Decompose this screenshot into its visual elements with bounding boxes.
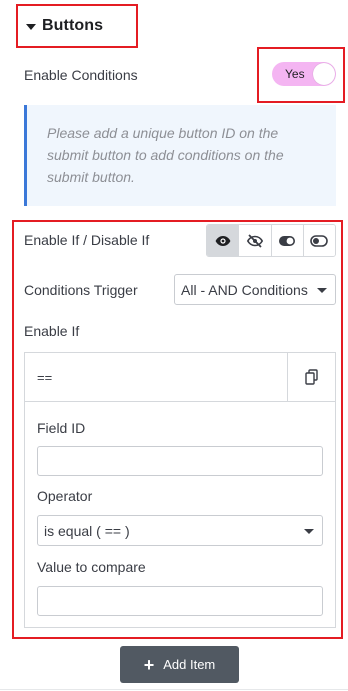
chevron-down-icon — [317, 288, 327, 293]
enable-conditions-toggle-highlight: Yes — [257, 47, 345, 103]
condition-repeater-item: == Field ID Operator is equal ( == ) Val… — [24, 352, 336, 628]
enable-disable-choices — [206, 224, 336, 257]
eye-slash-option[interactable] — [238, 225, 271, 256]
eye-option[interactable] — [207, 225, 239, 256]
add-item-button[interactable]: + Add Item — [120, 646, 239, 683]
conditions-trigger-select[interactable]: All - AND Conditions — [174, 274, 336, 305]
field-id-input[interactable] — [37, 446, 323, 476]
enable-disable-label: Enable If / Disable If — [24, 232, 150, 248]
eye-slash-icon — [246, 233, 263, 248]
buttons-section-header[interactable]: Buttons — [16, 4, 138, 48]
conditions-trigger-label: Conditions Trigger — [24, 282, 138, 298]
info-notice: Please add a unique button ID on the sub… — [24, 105, 336, 206]
toggle-off-option[interactable] — [302, 225, 335, 256]
enable-conditions-label: Enable Conditions — [24, 67, 138, 83]
duplicate-button[interactable] — [287, 353, 335, 401]
section-title: Buttons — [42, 17, 104, 34]
eye-icon — [215, 235, 231, 246]
conditions-trigger-value: All - AND Conditions — [181, 281, 308, 298]
caret-down-icon — [26, 23, 36, 30]
notice-text: Please add a unique button ID on the sub… — [47, 125, 284, 185]
chevron-down-icon — [304, 529, 314, 534]
toggle-on-option[interactable] — [270, 225, 303, 256]
toggle-on-icon — [279, 235, 296, 246]
field-id-label: Field ID — [37, 420, 86, 436]
value-to-compare-label: Value to compare — [37, 559, 146, 575]
toggle-yes-text: Yes — [285, 67, 305, 81]
plus-icon: + — [143, 654, 155, 675]
operator-value: is equal ( == ) — [44, 522, 130, 539]
toggle-knob — [313, 63, 335, 85]
copy-icon — [304, 369, 318, 385]
toggle-off-icon — [310, 234, 329, 247]
value-to-compare-input[interactable] — [37, 586, 323, 616]
add-item-label: Add Item — [163, 657, 216, 672]
repeater-item-summary: == — [37, 370, 53, 385]
enable-if-label: Enable If — [24, 323, 80, 339]
operator-label: Operator — [37, 488, 93, 504]
enable-conditions-toggle[interactable]: Yes — [272, 62, 336, 86]
divider — [0, 689, 348, 690]
repeater-item-header[interactable]: == — [25, 353, 335, 402]
operator-select[interactable]: is equal ( == ) — [37, 515, 323, 546]
